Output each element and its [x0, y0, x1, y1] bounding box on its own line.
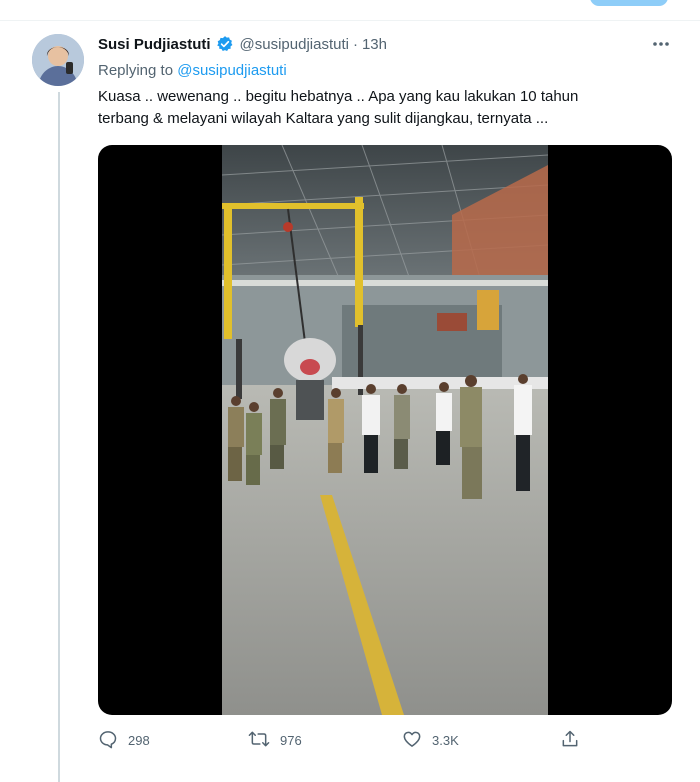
tweet-text-line-2: terbang & melayani wilayah Kaltara yang … — [98, 110, 549, 127]
more-icon[interactable] — [650, 34, 672, 54]
tweet: Susi Pudjiastuti @susipudjiastuti · 13h … — [0, 20, 700, 782]
share-button[interactable] — [560, 728, 580, 752]
author-name[interactable]: Susi Pudjiastuti — [98, 36, 211, 53]
thread-line — [58, 92, 60, 782]
tweet-text: Kuasa .. wewenang .. begitu hebatnya .. … — [98, 86, 668, 130]
verified-badge-icon — [216, 35, 234, 53]
avatar[interactable] — [32, 34, 84, 86]
retweet-button[interactable]: 976 — [248, 728, 302, 752]
share-icon — [560, 729, 580, 752]
avatar-image — [32, 34, 84, 86]
author-handle[interactable]: @susipudjiastuti — [240, 36, 349, 53]
video-player[interactable] — [98, 145, 672, 715]
separator-dot: · — [352, 35, 358, 53]
tweet-text-line-1: Kuasa .. wewenang .. begitu hebatnya .. … — [98, 88, 579, 105]
follow-button[interactable] — [590, 0, 668, 6]
retweet-icon — [248, 729, 270, 752]
tweet-header: Susi Pudjiastuti @susipudjiastuti · 13h — [98, 34, 387, 54]
tweet-actions: 298 976 3.3K — [98, 728, 588, 752]
replying-to-link[interactable]: @susipudjiastuti — [177, 62, 286, 79]
replying-prefix: Replying to — [98, 62, 174, 79]
heart-icon — [402, 729, 422, 752]
like-button[interactable]: 3.3K — [402, 728, 459, 752]
reply-icon — [98, 729, 118, 752]
video-frame — [222, 145, 548, 715]
reply-button[interactable]: 298 — [98, 728, 150, 752]
timestamp[interactable]: 13h — [362, 36, 387, 53]
like-count: 3.3K — [432, 732, 459, 748]
replying-to: Replying to @susipudjiastuti — [98, 62, 287, 79]
top-strip — [0, 0, 700, 21]
reply-count: 298 — [128, 732, 150, 748]
retweet-count: 976 — [280, 732, 302, 748]
